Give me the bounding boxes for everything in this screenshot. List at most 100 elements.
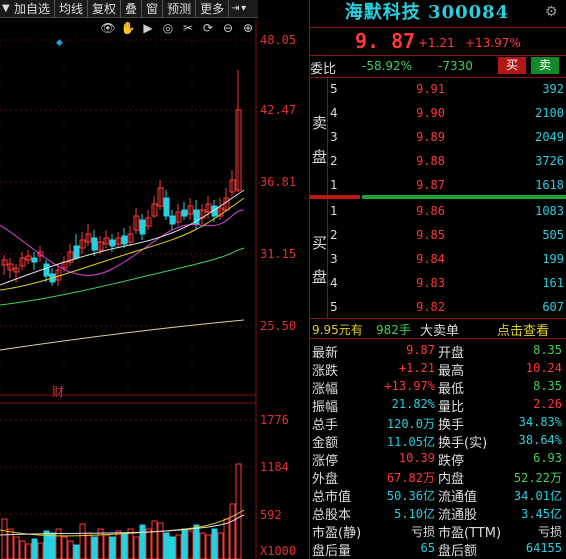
stat-value: 64155 [525,541,562,555]
chart-grid [0,20,257,559]
bid-row[interactable]: 3 9.84 199 [330,252,566,272]
ask-row[interactable]: 2 9.88 3726 [330,154,566,174]
bid-row[interactable]: 1 9.86 1083 [330,204,566,224]
stat-value: 50.36亿 [386,489,435,503]
buy-button[interactable]: 买 [498,57,526,74]
stat-label: 涨跌 [312,364,339,379]
price-tick: 48.05 [260,33,297,47]
big-order-qty: 982手 [376,323,411,337]
stat-value: 3.45亿 [521,507,562,521]
volume-bar [169,536,176,559]
big-order-link[interactable]: 点击查看 [497,320,549,339]
stat-label: 振幅 [312,400,339,415]
sell-button[interactable]: 卖 [531,57,559,74]
ask-price: 9.87 [416,178,445,192]
ask-volume: 392 [542,82,564,96]
ask-volume: 3726 [535,154,564,168]
stat-label: 涨幅 [312,382,339,397]
toolbar-window[interactable]: 窗 [142,0,164,18]
volume-bar [163,532,170,559]
bid-level: 3 [330,252,338,266]
toolbar-overlay[interactable]: 叠 [121,0,143,18]
stat-label: 涨停 [312,454,339,469]
sell-side-label: 卖 [312,114,328,132]
volume-bar [157,522,164,559]
chevron-down-icon[interactable]: ▾ [239,3,249,14]
volume-bar [121,532,128,559]
ask-level: 5 [330,82,338,96]
big-order-price: 9.95元有 [312,323,363,337]
toolbar-add-watchlist[interactable]: 加自选 [10,0,56,18]
bid-level: 4 [330,276,338,290]
buy-ratio-bar [362,195,566,199]
gear-icon[interactable]: ⚙ [545,4,558,20]
stat-value: 9.87 [406,343,435,357]
stock-code: 300084 [428,2,510,23]
bid-row[interactable]: 2 9.85 505 [330,228,566,248]
volume-bar [19,540,26,559]
candle-body [73,245,80,259]
buy-side-label: 买 [312,234,328,252]
bid-level: 5 [330,300,338,314]
price-tick: 25.50 [260,319,297,333]
candle-body [43,263,50,277]
dropdown-icon[interactable]: ▼ [0,3,10,14]
ask-price: 9.88 [416,154,445,168]
candle-body [31,257,38,263]
toolbar-ma[interactable]: 均线 [55,0,89,18]
toolbar-forecast[interactable]: 预测 [163,0,197,18]
volume-bar [193,524,200,559]
stat-label: 量比 [438,400,465,415]
volume-bar [115,530,122,559]
stat-value: 亏损 [537,525,562,539]
volume-bar [67,540,74,559]
stat-label: 流通股 [438,508,478,523]
volume-bar [85,532,92,559]
stat-value: 6.93 [533,451,562,465]
bid-price: 9.85 [416,228,445,242]
volume-bar [235,463,242,559]
candle-body [139,219,146,235]
bid-row[interactable]: 4 9.83 161 [330,276,566,296]
ask-row[interactable]: 3 9.89 2049 [330,130,566,150]
stat-value: 10.39 [398,451,435,465]
panel-divider [309,0,310,559]
ask-price: 9.90 [416,106,445,120]
ask-row[interactable]: 5 9.91 392 [330,82,566,102]
volume-tick: 1776 [260,413,289,427]
big-order-type: 大卖单 [420,324,460,339]
finance-marker[interactable]: 财 [52,383,64,400]
marker-diamond-icon: ◆ [56,38,63,48]
stock-title: 海默科技 300084 [310,0,544,26]
ask-level: 3 [330,130,338,144]
toolbar-adjust[interactable]: 复权 [88,0,122,18]
volume-bar [133,536,140,559]
stat-label: 总手 [312,418,339,433]
bid-row[interactable]: 5 9.82 607 [330,300,566,320]
stat-label: 最高 [438,364,465,379]
bid-price: 9.82 [416,300,445,314]
volume-bar [37,542,44,559]
ask-volume: 2100 [535,106,564,120]
stat-value: 34.01亿 [513,489,562,503]
price-tick: 31.15 [260,247,297,261]
weibi-diff: -7330 [438,59,473,73]
stat-label: 盘后量 [312,544,352,559]
stat-label: 总市值 [312,490,352,505]
bid-price: 9.86 [416,204,445,218]
ask-row[interactable]: 4 9.90 2100 [330,106,566,126]
kline-chart[interactable] [0,20,310,559]
stat-value: +1.21 [398,361,435,375]
exit-icon[interactable]: ⇥ [229,3,239,14]
sell-ratio-bar [310,195,360,199]
stat-label: 盘后额 [438,544,478,559]
candle-body [163,197,170,217]
stat-value: 10.24 [525,361,562,375]
stat-label: 开盘 [438,346,465,361]
price-change-pct: +13.97% [465,36,521,50]
toolbar-more[interactable]: 更多 [196,0,230,18]
divider [310,77,566,78]
buy-side-label: 盘 [312,268,328,286]
candle-body [109,239,116,247]
stat-label: 换手(实) [438,436,488,451]
